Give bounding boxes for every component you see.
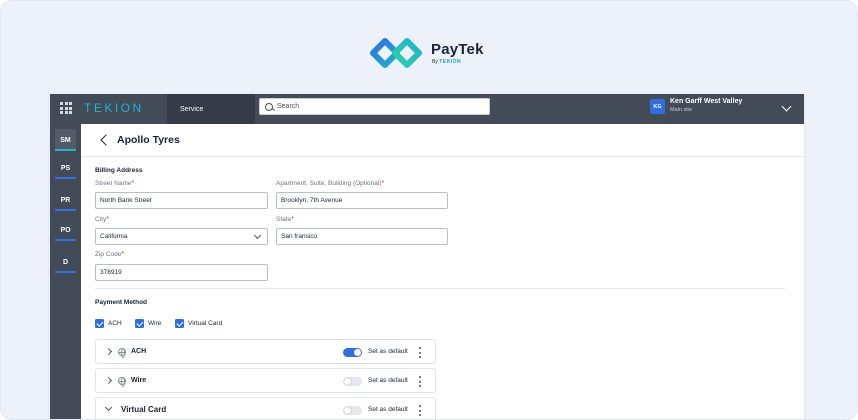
presentation-frame: PayTek By TEKION TEKION Service Search K… [0,0,858,420]
sidebar-item-pr[interactable]: PR [55,189,76,211]
virtual-card-checkbox-label: Virtual Card [188,320,223,327]
avatar: KG [650,99,665,114]
apartment-label: Apartment, Suite, Building (Optional)* [276,180,385,187]
tekion-logo[interactable]: TEKION [84,101,144,115]
ach-checkbox[interactable] [95,319,104,328]
service-tab[interactable]: Service [167,94,255,124]
service-tab-label: Service [180,105,204,113]
globe-icon [118,348,126,358]
user-name: Ken Garff West Valley [670,98,743,105]
wire-checkbox-label: Wire [148,320,162,327]
main-content: Apollo Tyres Billing Address Street Name… [81,124,804,419]
apartment-field[interactable]: Brooklyn, 7th Avenue [276,192,448,209]
chevron-down-icon[interactable] [781,101,792,112]
search-icon [265,102,273,111]
page-header: Apollo Tyres [81,124,804,157]
chevron-down-icon[interactable] [104,403,113,412]
zip-code-field[interactable]: 378919 [95,264,268,281]
payment-method-label: Wire [131,377,147,384]
search-input[interactable]: Search [259,98,490,115]
payment-method-label: ACH [131,348,147,355]
brand-name: PayTek [431,40,484,58]
city-label: City* [95,216,109,223]
payment-method-label: Virtual Card [121,405,167,414]
payment-method-row-ach[interactable]: ACH Set as default [95,339,436,364]
paytek-logo: PayTek By TEKION [367,35,484,71]
sidebar-item-po[interactable]: PO [55,219,76,241]
left-sidebar: SM PS PR PO D [50,124,81,419]
globe-icon [118,377,126,387]
chevron-right-icon[interactable] [104,376,113,385]
chevron-down-icon [253,231,262,240]
set-default-toggle[interactable] [343,348,362,357]
set-default-toggle[interactable] [343,406,362,415]
paytek-logo-mark [370,38,422,68]
page-title: Apollo Tyres [117,134,180,146]
sidebar-item-ps[interactable]: PS [55,157,76,179]
more-options-icon[interactable] [419,405,421,416]
set-default-label: Set as default [368,406,408,413]
top-navigation-bar: TEKION Service Search KG Ken Garff West … [50,94,804,124]
state-field[interactable]: San fransico [276,228,448,245]
set-default-toggle[interactable] [343,377,362,386]
app-window: TEKION Service Search KG Ken Garff West … [50,94,804,419]
wire-checkbox[interactable] [135,319,144,328]
street-name-label: Street Name* [95,180,135,187]
sidebar-item-sm[interactable]: SM [55,129,76,151]
payment-method-heading: Payment Method [95,299,148,306]
virtual-card-checkbox[interactable] [175,319,184,328]
back-arrow-icon[interactable] [100,134,112,146]
payment-method-row-wire[interactable]: Wire Set as default [95,368,436,393]
chevron-right-icon[interactable] [104,347,113,356]
city-select[interactable]: California [95,228,268,245]
set-default-label: Set as default [368,348,408,355]
user-site: Main site [670,107,693,113]
ach-checkbox-label: ACH [108,320,122,327]
section-divider [95,288,785,289]
zip-code-label: Zip Code* [95,251,125,258]
more-options-icon[interactable] [419,347,421,358]
street-name-field[interactable]: North Bank Street [95,192,268,209]
set-default-label: Set as default [368,377,408,384]
search-placeholder: Search [277,103,300,110]
state-label: State* [276,216,294,223]
brand-byline: By TEKION [432,58,462,65]
apps-grid-icon[interactable] [60,102,72,114]
more-options-icon[interactable] [419,376,421,387]
sidebar-item-d[interactable]: D [55,251,76,273]
billing-address-heading: Billing Address [95,167,143,174]
user-menu[interactable]: KG Ken Garff West Valley Main site [650,97,742,115]
payment-method-row-virtual-card[interactable]: Virtual Card Set as default [95,397,436,419]
